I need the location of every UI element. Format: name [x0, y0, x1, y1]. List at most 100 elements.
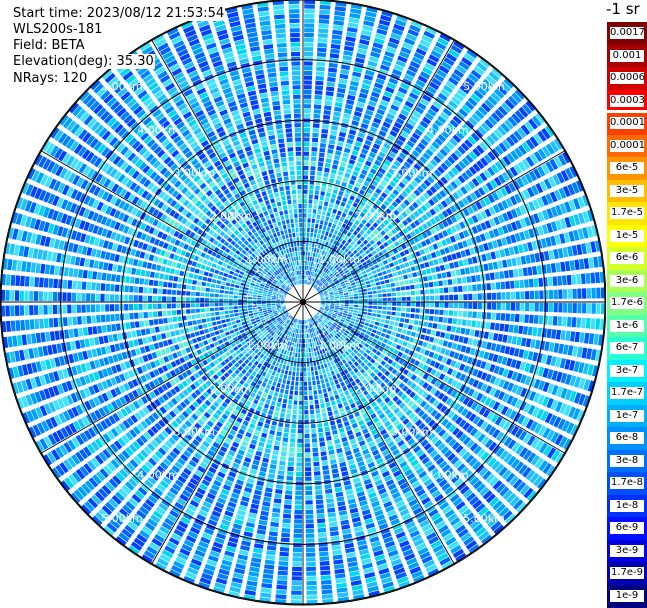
range-gate-cell — [285, 485, 293, 491]
range-gate-cell — [67, 292, 72, 302]
range-gate-cell — [219, 307, 224, 311]
range-gate-cell — [283, 432, 289, 438]
range-gate-cell — [519, 314, 525, 323]
range-gate-cell — [204, 303, 210, 307]
range-gate-cell — [304, 405, 309, 410]
range-gate-cell — [289, 390, 294, 395]
range-gate-cell — [313, 461, 320, 467]
range-gate-cell — [306, 362, 310, 367]
range-gate-cell — [425, 302, 430, 308]
range-gate-cell — [305, 476, 312, 481]
range-gate-cell — [582, 303, 587, 314]
range-gate-cell — [110, 284, 115, 292]
range-gate-cell — [294, 519, 303, 524]
range-gate-cell — [29, 290, 34, 301]
range-gate-cell — [304, 448, 311, 453]
range-gate-cell — [286, 471, 294, 476]
range-gate-cell — [134, 277, 140, 285]
range-gate-cell — [71, 292, 77, 302]
range-gate-cell — [306, 566, 316, 572]
range-gate-cell — [129, 276, 135, 284]
range-gate-cell — [133, 286, 139, 293]
range-gate-cell — [247, 305, 252, 308]
range-gate-cell — [553, 303, 558, 313]
range-gate-cell — [86, 304, 91, 313]
range-gate-cell — [486, 312, 492, 320]
range-gate-cell — [257, 297, 262, 300]
range-gate-cell — [295, 495, 303, 500]
range-gate-cell — [304, 400, 308, 405]
range-gate-cell — [57, 304, 62, 314]
range-gate-cell — [62, 304, 67, 314]
range-gate-cell — [205, 312, 211, 317]
range-gate-cell — [167, 310, 172, 316]
range-gate-cell — [291, 424, 297, 429]
range-gate-cell — [304, 424, 310, 429]
range-gate-cell — [406, 307, 411, 312]
range-gate-cell — [280, 537, 290, 543]
range-gate-cell — [178, 277, 183, 283]
range-gate-cell — [167, 289, 172, 295]
range-gate-cell — [296, 371, 299, 377]
range-gate-cell — [415, 308, 420, 313]
range-gate-cell — [439, 302, 444, 308]
range-gate-cell — [294, 509, 303, 515]
range-gate-cell — [292, 547, 302, 553]
range-gate-cell — [303, 343, 306, 348]
range-gate-cell — [571, 317, 577, 328]
range-gate-cell — [24, 305, 29, 316]
range-gate-cell — [242, 302, 248, 305]
range-gate-cell — [313, 457, 320, 462]
range-gate-cell — [313, 390, 318, 395]
range-gate-cell — [143, 287, 148, 294]
range-gate-cell — [306, 552, 316, 557]
range-gate-cell — [38, 291, 43, 301]
range-gate-cell — [300, 367, 303, 372]
range-gate-cell — [43, 305, 48, 315]
range-gate-cell — [290, 433, 296, 438]
range-gate-cell — [468, 302, 473, 309]
range-gate-cell — [276, 431, 282, 437]
range-gate-cell — [305, 486, 313, 491]
range-gate-cell — [295, 381, 299, 386]
range-gate-cell — [298, 410, 303, 415]
range-gate-cell — [297, 438, 303, 443]
range-gate-cell — [287, 461, 294, 467]
range-gate-cell — [322, 465, 329, 471]
range-gate-cell — [487, 302, 492, 310]
range-gate-cell — [67, 316, 73, 326]
range-gate-cell — [186, 315, 192, 320]
range-gate-cell — [134, 321, 140, 328]
range-gate-cell — [105, 283, 111, 292]
range-gate-cell — [586, 303, 592, 314]
range-gate-cell — [286, 409, 292, 414]
range-gate-cell — [277, 575, 288, 581]
range-gate-cell — [204, 298, 210, 302]
range-gate-cell — [214, 307, 219, 311]
range-gate-cell — [219, 289, 225, 294]
range-gate-cell — [215, 311, 220, 316]
range-gate-cell — [223, 298, 229, 302]
range-gate-cell — [152, 288, 158, 294]
range-gate-cell — [312, 447, 319, 453]
range-gate-cell — [396, 312, 401, 317]
range-gate-cell — [300, 372, 303, 377]
range-gate-cell — [566, 316, 572, 327]
range-gate-cell — [320, 570, 331, 576]
range-gate-cell — [358, 305, 364, 308]
range-gate-cell — [363, 305, 368, 308]
range-gate-cell — [200, 313, 206, 318]
range-gate-cell — [205, 287, 210, 292]
range-gate-cell — [114, 294, 119, 302]
range-gate-cell — [304, 457, 311, 462]
range-gate-cell — [201, 281, 207, 287]
ppi-scan-plot[interactable]: 1.00km 1.00km1.00km 1.00km2.00km 2.00km2.00… — [0, 0, 606, 607]
range-gate-cell — [71, 304, 77, 314]
range-gate-cell — [305, 533, 315, 538]
range-gate-cell — [477, 302, 482, 310]
range-gate-cell — [306, 585, 317, 591]
range-gate-cell — [176, 296, 181, 302]
range-gate-cell — [291, 595, 302, 600]
range-gate-cell — [196, 286, 201, 291]
range-gate-cell — [510, 302, 516, 311]
